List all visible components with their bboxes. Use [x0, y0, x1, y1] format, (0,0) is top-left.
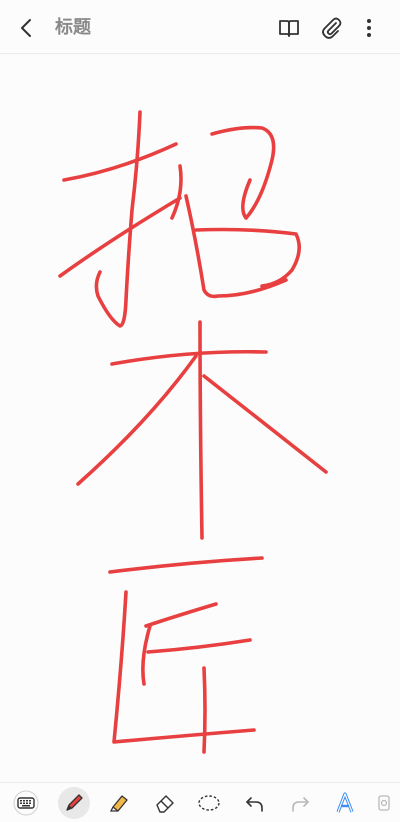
- redo-button[interactable]: [284, 787, 316, 819]
- keyboard-icon: [13, 790, 39, 816]
- pen-icon: [66, 794, 83, 811]
- undo-button[interactable]: [239, 787, 271, 819]
- lasso-tool-button[interactable]: [193, 787, 225, 819]
- handwriting-strokes: [58, 110, 328, 754]
- drawing-canvas[interactable]: [0, 55, 400, 780]
- keyboard-tool-button[interactable]: [10, 787, 42, 819]
- more-tools-button[interactable]: [372, 787, 396, 819]
- pen-tool-button[interactable]: [58, 787, 90, 819]
- drawing-toolbar: [0, 782, 400, 822]
- more-tools-icon: [378, 795, 390, 811]
- undo-icon: [246, 797, 263, 812]
- text-style-icon: [336, 792, 354, 813]
- handwriting-stroke-group: [58, 110, 328, 754]
- highlighter-tool-button[interactable]: [103, 787, 135, 819]
- text-style-button[interactable]: [329, 787, 361, 819]
- eraser-tool-button[interactable]: [149, 787, 181, 819]
- redo-icon: [292, 797, 309, 812]
- highlighter-icon: [109, 795, 128, 812]
- eraser-icon: [156, 795, 174, 813]
- lasso-select-icon: [198, 795, 220, 811]
